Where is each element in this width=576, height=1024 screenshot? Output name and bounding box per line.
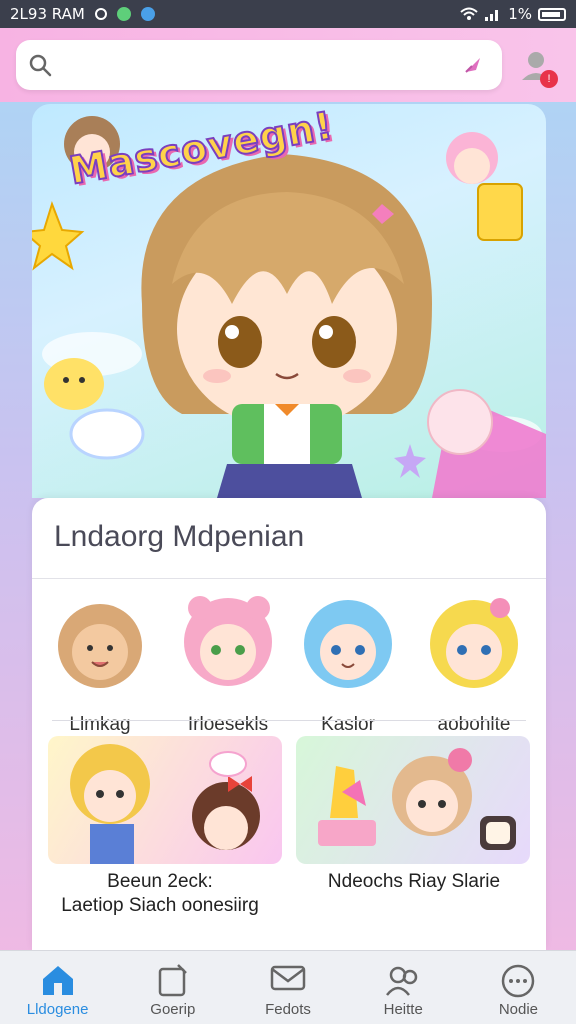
document-icon: [158, 964, 187, 997]
tile-caption-line: Ndeochs Riay Slarie: [327, 871, 501, 892]
clock: 2L93 RAM: [10, 5, 85, 23]
more-icon: [502, 964, 535, 998]
voice-search-icon[interactable]: [462, 54, 484, 76]
battery-percent: 1%: [508, 5, 532, 23]
character-item[interactable]: Llmkag: [40, 590, 160, 740]
signal-icon: [485, 10, 499, 21]
home-icon: [42, 966, 73, 995]
hero-banner[interactable]: Mascovegn!: [32, 104, 546, 498]
nav-label: Fedots: [265, 1001, 311, 1018]
nav-label: Heitte: [383, 1001, 423, 1018]
divider: [32, 578, 546, 579]
tile-caption-line: Beeun 2eck:: [107, 871, 213, 892]
people-icon: [386, 966, 418, 996]
battery-icon: [538, 7, 566, 21]
character-item[interactable]: aobohlte: [414, 590, 534, 740]
nav-groups[interactable]: Goerip: [115, 951, 230, 1024]
divider: [52, 720, 526, 721]
status-bar: 2L93 RAM 1%: [0, 0, 576, 28]
tile-caption: Beeun 2eck: Laetiop Siach oonesiirg: [40, 870, 280, 918]
character-avatar: [58, 604, 142, 688]
search-bar[interactable]: [16, 40, 502, 90]
content-card: Lndaorg Mdpenian Llmkag Irloesekls Kaslo…: [32, 498, 546, 950]
tile-illustration: [70, 744, 260, 864]
globe-icon: [140, 7, 155, 21]
top-search-area: !: [0, 28, 576, 102]
character-avatar: [430, 598, 518, 688]
nav-label: Goerip: [150, 1001, 196, 1018]
notification-badge: !: [540, 70, 558, 88]
feature-tile[interactable]: [48, 736, 282, 864]
character-avatar: [184, 596, 272, 686]
character-avatar: [304, 600, 392, 688]
nav-label: Lldogene: [26, 1001, 89, 1018]
nav-home[interactable]: Lldogene: [0, 951, 115, 1024]
wifi-icon: [460, 7, 478, 20]
nav-messages[interactable]: Fedots: [230, 951, 345, 1024]
character-item[interactable]: Kaslor: [288, 590, 408, 740]
tile-illustration: [318, 748, 516, 850]
character-name: aobohlte: [437, 714, 511, 735]
section-title: Lndaorg Mdpenian: [54, 520, 305, 553]
feature-tile[interactable]: [296, 736, 530, 864]
character-name: Kaslor: [321, 714, 375, 735]
app-icon: [116, 7, 131, 21]
character-item[interactable]: Irloesekls: [168, 590, 288, 740]
tile-caption-line: Laetiop Siach oonesiirg: [61, 895, 259, 916]
character-name: Irloesekls: [187, 714, 269, 735]
nav-label: Nodie: [498, 1001, 539, 1018]
nav-friends[interactable]: Heitte: [346, 951, 461, 1024]
bottom-navigation: Lldogene Goerip Fedots Heitte Nodie: [0, 950, 576, 1024]
search-input[interactable]: [64, 50, 454, 80]
mail-icon: [270, 965, 306, 991]
search-icon: [29, 54, 52, 77]
character-name: Llmkag: [69, 714, 131, 735]
nav-more[interactable]: Nodie: [461, 951, 576, 1024]
sync-icon: [94, 8, 107, 20]
tile-caption: Ndeochs Riay Slarie: [294, 870, 534, 894]
